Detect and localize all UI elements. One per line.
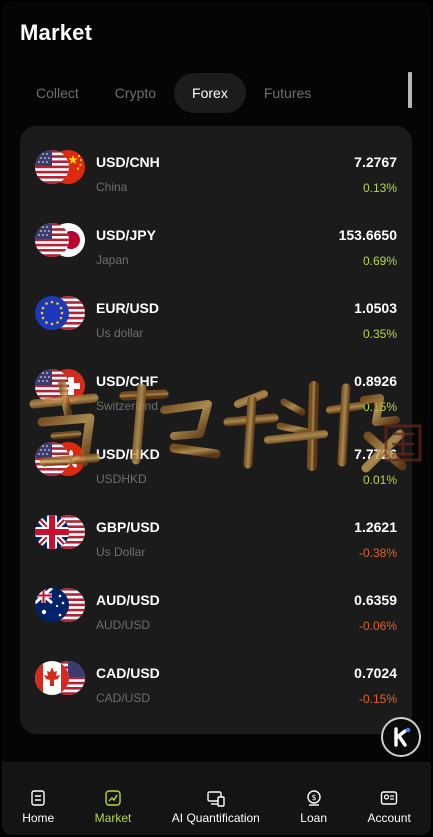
pair-price: 153.6650 xyxy=(338,227,397,243)
pair-description: Us dollar xyxy=(96,326,144,340)
nav-loan[interactable]: $ Loan xyxy=(280,762,347,835)
pair-change: 0.13% xyxy=(362,181,397,195)
app-frame: Market Collect Crypto Forex Futures USD/… xyxy=(2,2,431,835)
pair-description: USDHKD xyxy=(96,472,147,486)
pair-price: 7.7726 xyxy=(354,446,397,462)
nav-ai-quantification[interactable]: AI Quantification xyxy=(152,762,281,835)
k-logo-icon xyxy=(394,727,411,747)
pair-symbol: USD/CNH xyxy=(96,154,160,170)
pair-change: 0.69% xyxy=(362,254,397,268)
pair-price: 0.7024 xyxy=(354,665,397,681)
pair-symbol: GBP/USD xyxy=(96,519,160,535)
pair-change: -0.38% xyxy=(358,546,397,560)
pair-description: Switzerland xyxy=(96,399,159,413)
pair-change: 0.15% xyxy=(362,400,397,414)
market-row-cad-usd[interactable]: CAD/USD CAD/USD 0.7024 -0.15% xyxy=(20,637,412,710)
pair-change: -0.06% xyxy=(358,619,397,633)
us-hk-flag-icon xyxy=(35,442,85,476)
us-jp-flag-icon xyxy=(35,223,85,257)
nav-label: Account xyxy=(367,811,411,825)
pair-description: CAD/USD xyxy=(96,691,151,705)
floating-k-button[interactable] xyxy=(381,717,421,757)
nav-home[interactable]: Home xyxy=(2,762,74,835)
nav-label: Home xyxy=(22,811,55,825)
svg-text:$: $ xyxy=(311,793,316,802)
pair-description: AUD/USD xyxy=(96,618,151,632)
tab-forex[interactable]: Forex xyxy=(174,73,246,113)
pair-change: 0.01% xyxy=(362,473,397,487)
us-cn-flag-icon xyxy=(35,150,85,184)
ai-quantification-icon xyxy=(207,791,225,807)
market-row-aud-usd[interactable]: AUD/USD AUD/USD 0.6359 -0.06% xyxy=(20,564,412,637)
pair-description: Us Dollar xyxy=(96,545,146,559)
home-icon xyxy=(31,790,45,806)
pair-price: 7.2767 xyxy=(354,154,397,170)
pair-symbol: USD/HKD xyxy=(96,446,160,462)
nav-market[interactable]: Market xyxy=(74,762,151,835)
market-row-eur-usd[interactable]: EUR/USD Us dollar 1.0503 0.35% xyxy=(20,272,412,345)
market-list: USD/CNH China 7.2767 0.13% USD/JPY Japan… xyxy=(20,126,412,734)
market-row-usd-hkd[interactable]: USD/HKD USDHKD 7.7726 0.01% xyxy=(20,418,412,491)
loan-icon: $ xyxy=(306,790,321,806)
ca-us-flag-icon xyxy=(35,661,85,695)
us-ch-flag-icon xyxy=(35,369,85,403)
eu-us-flag-icon xyxy=(35,296,85,330)
market-row-usd-jpy[interactable]: USD/JPY Japan 153.6650 0.69% xyxy=(20,199,412,272)
pair-price: 0.8926 xyxy=(354,373,397,389)
tab-futures[interactable]: Futures xyxy=(246,73,329,113)
nav-label: AI Quantification xyxy=(171,811,260,825)
pair-price: 1.2621 xyxy=(354,519,397,535)
nav-label: Market xyxy=(94,811,132,825)
pair-description: Japan xyxy=(96,253,129,267)
pair-symbol: CAD/USD xyxy=(96,665,160,681)
pair-symbol: AUD/USD xyxy=(96,592,160,608)
pair-symbol: USD/CHF xyxy=(96,373,159,389)
market-row-usd-cnh[interactable]: USD/CNH China 7.2767 0.13% xyxy=(20,126,412,199)
account-icon xyxy=(380,791,398,805)
tabs-scrollbar[interactable] xyxy=(408,72,412,108)
pair-price: 0.6359 xyxy=(354,592,397,608)
market-row-usd-chf[interactable]: USD/CHF Switzerland 0.8926 0.15% xyxy=(20,345,412,418)
pair-symbol: EUR/USD xyxy=(96,300,160,316)
gb-us-flag-icon xyxy=(35,515,85,549)
pair-symbol: USD/JPY xyxy=(96,227,156,243)
pair-price: 1.0503 xyxy=(354,300,397,316)
market-icon xyxy=(105,790,121,806)
page-title: Market xyxy=(20,20,93,45)
market-tabs: Collect Crypto Forex Futures xyxy=(18,72,329,114)
tab-crypto[interactable]: Crypto xyxy=(97,73,174,113)
tab-collect[interactable]: Collect xyxy=(18,73,97,113)
pair-change: -0.15% xyxy=(358,692,397,706)
pair-description: China xyxy=(96,180,128,194)
bottom-navigation: Home Market AI Quantification $ Loan Acc… xyxy=(2,762,431,835)
market-row-gbp-usd[interactable]: GBP/USD Us Dollar 1.2621 -0.38% xyxy=(20,491,412,564)
pair-change: 0.35% xyxy=(362,327,397,341)
nav-account[interactable]: Account xyxy=(347,762,431,835)
au-us-flag-icon xyxy=(35,588,85,622)
nav-label: Loan xyxy=(300,811,327,825)
